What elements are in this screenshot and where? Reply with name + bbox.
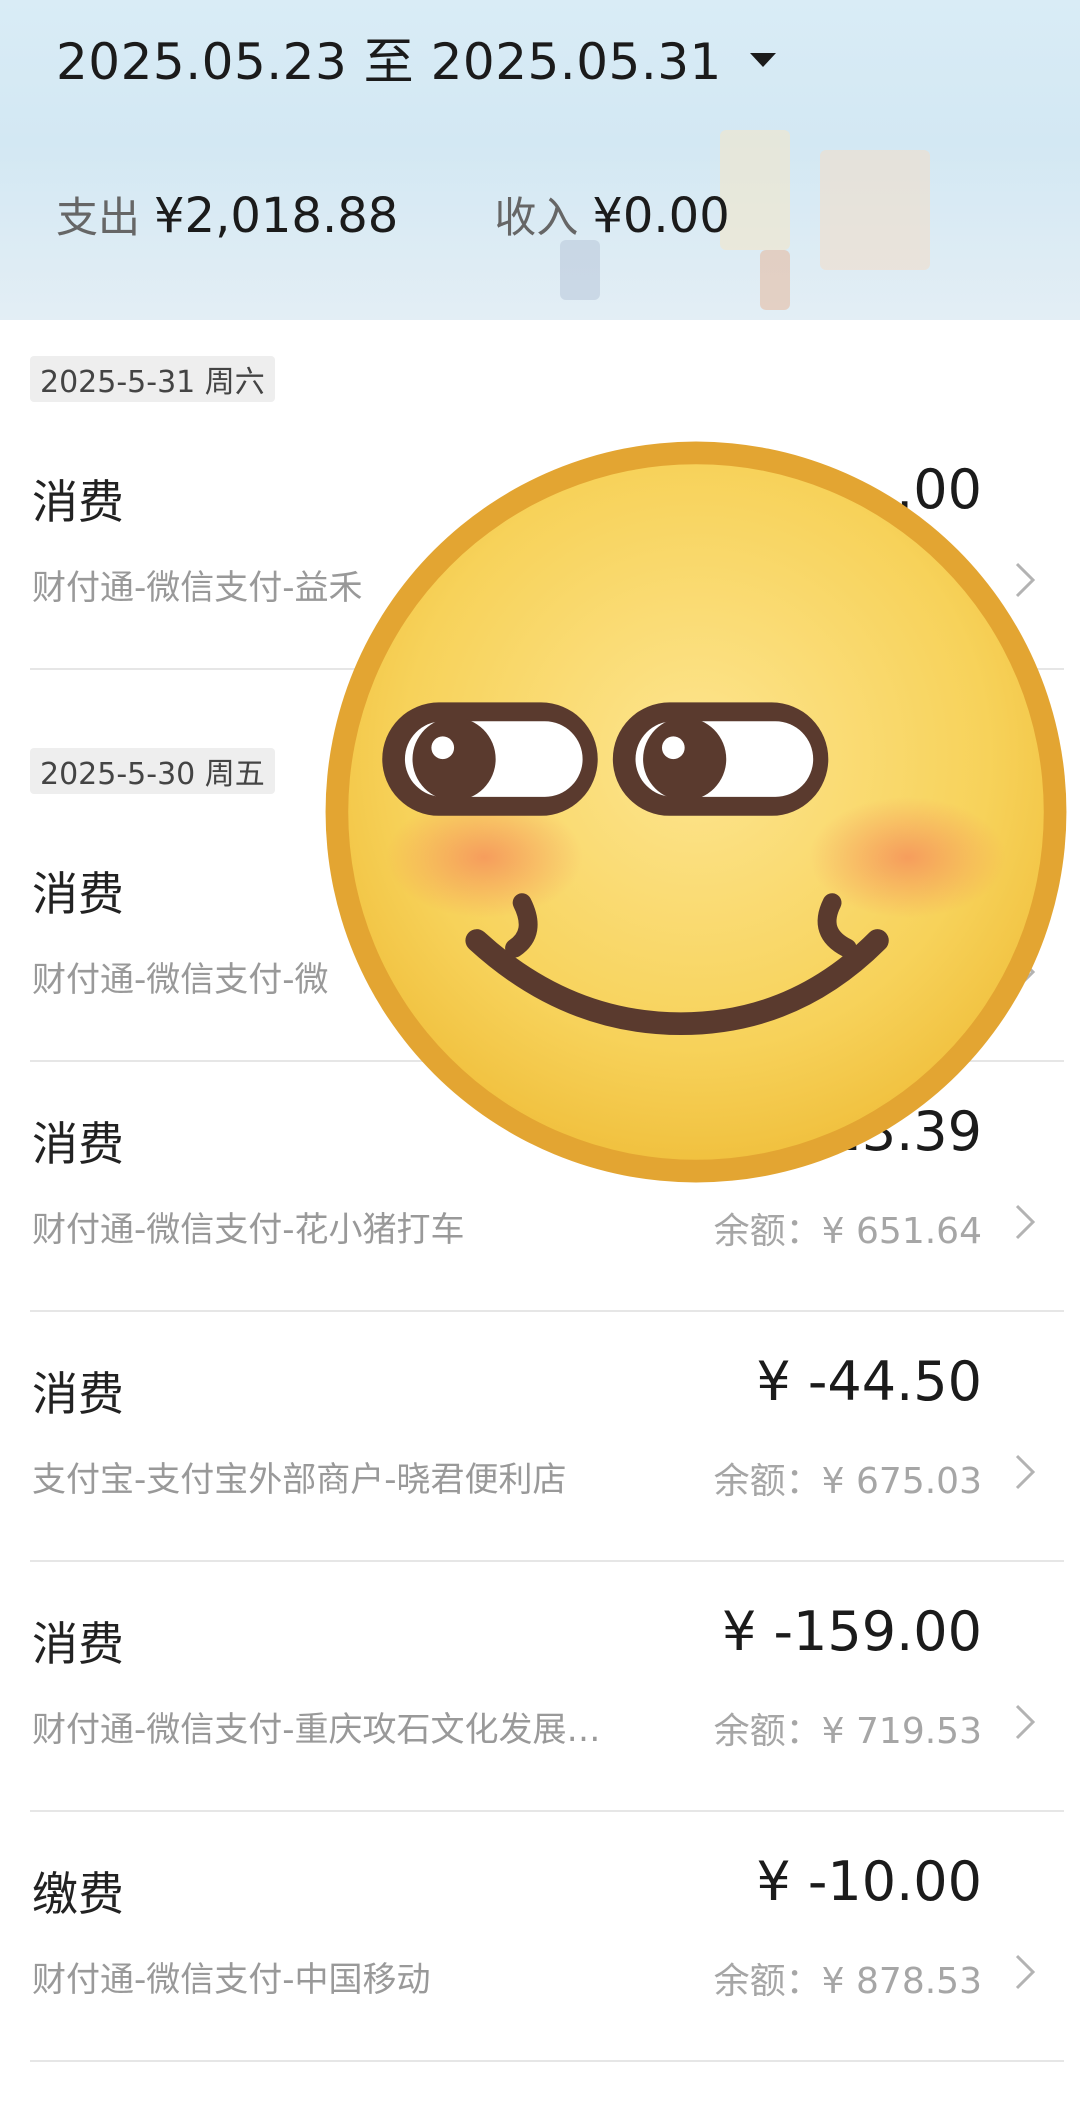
date-range-label: 2025.05.23 至 2025.05.31 [56,33,722,91]
date-tag: 2025-5-30 周五 [30,748,275,794]
transaction-type: 消费 [32,1617,124,1671]
income-value: ¥0.00 [592,188,730,244]
expense-value: ¥2,018.88 [154,188,399,244]
transaction-merchant: 财付通-微信支付-微 [32,960,329,1000]
transaction-amount: ¥ -44.50 [756,1350,982,1413]
transaction-list-screen: 2025.05.23 至 2025.05.31 支出 ¥2,018.88 收入 … [0,0,1080,2104]
totals-summary: 支出 ¥2,018.88 收入 ¥0.00 [56,184,730,245]
transaction-row[interactable]: 消费 支付宝-支付宝外部商户-晓君便利店 ¥ -44.50 余额：¥ 675.0… [0,1312,1080,1562]
chevron-right-icon [1015,1204,1036,1240]
date-tag: 2025-5-31 周六 [30,356,275,402]
transaction-type: 消费 [32,1367,124,1421]
transaction-amount: ¥ -159.00 [722,1600,982,1663]
divider [30,2060,1064,2062]
summary-header: 2025.05.23 至 2025.05.31 支出 ¥2,018.88 收入 … [0,0,1080,320]
smirk-emoji-icon [325,441,1067,1183]
transaction-type: 消费 [32,867,124,921]
chevron-right-icon [1015,1704,1036,1740]
transaction-balance: 余额：¥ 651.64 [713,1211,982,1252]
chevron-right-icon [1015,1454,1036,1490]
transaction-merchant: 财付通-微信支付-益禾 [32,568,363,608]
transaction-balance: 余额：¥ 719.53 [713,1711,982,1752]
transaction-merchant: 支付宝-支付宝外部商户-晓君便利店 [32,1460,567,1500]
transaction-balance: 余额：¥ 878.53 [713,1961,982,2002]
transaction-row[interactable]: 缴费 财付通-微信支付-中国移动 ¥ -10.00 余额：¥ 878.53 [0,1812,1080,2062]
transaction-type: 消费 [32,1117,124,1171]
transaction-type: 消费 [32,475,124,529]
caret-down-icon [749,53,776,67]
income-label: 收入 [494,193,579,242]
transaction-merchant: 财付通-微信支付-中国移动 [32,1960,431,2000]
transaction-amount: ¥ -10.00 [756,1850,982,1913]
transaction-balance: 余额：¥ 675.03 [713,1461,982,1502]
transaction-merchant: 财付通-微信支付-花小猪打车 [32,1210,465,1250]
expense-label: 支出 [56,193,141,242]
chevron-right-icon [1015,1954,1036,1990]
date-range-selector[interactable]: 2025.05.23 至 2025.05.31 [56,22,776,94]
transaction-row[interactable]: 消费 财付通-微信支付-重庆攻石文化发展… ¥ -159.00 余额：¥ 719… [0,1562,1080,1812]
transaction-merchant: 财付通-微信支付-重庆攻石文化发展… [32,1710,601,1750]
transaction-type: 缴费 [32,1867,124,1921]
